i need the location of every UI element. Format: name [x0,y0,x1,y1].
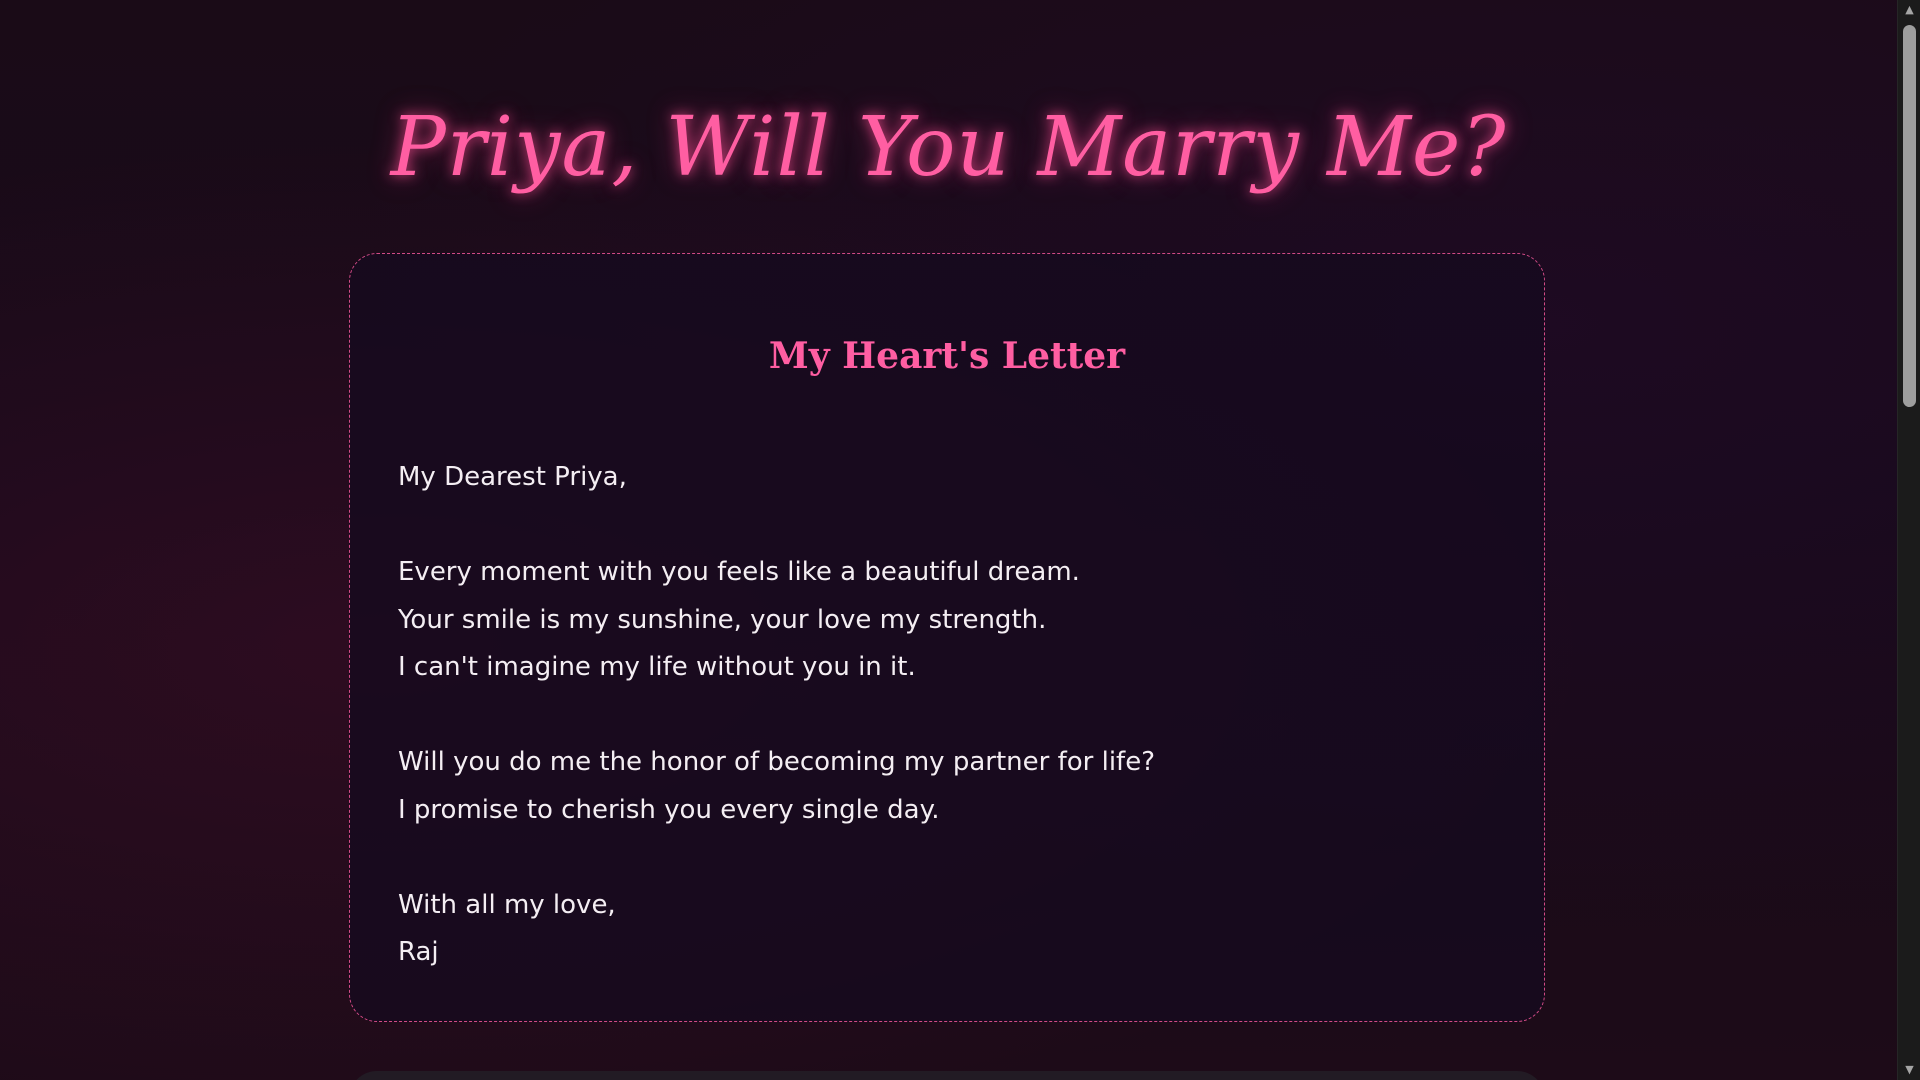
letter-greeting: My Dearest Priya, [398,462,627,492]
scroll-down-icon[interactable]: ▼ [1898,1060,1920,1080]
letter-closing: With all my love, [398,889,616,920]
scroll-up-icon[interactable]: ▲ [1898,0,1920,20]
page: Priya, Will You Marry Me? My Heart's Let… [0,0,1897,1080]
next-section-card [349,1071,1545,1080]
letter-line: Will you do me the honor of becoming my … [398,747,1155,777]
letter-signature: Raj [398,937,439,967]
page-title: Priya, Will You Marry Me? [390,100,1507,195]
letter-heading: My Heart's Letter [768,335,1126,377]
letter-line: I promise to cherish you every single da… [398,794,940,825]
scrollbar-thumb[interactable] [1903,25,1916,407]
letter-line: Every moment with you feels like a beaut… [398,557,1080,587]
letter-line: I can't imagine my life without you in i… [398,652,916,682]
letter-card: My Heart's Letter My Dearest Priya, Ever… [349,253,1545,1022]
vertical-scrollbar[interactable]: ▲ ▼ [1897,0,1920,1080]
letter-line: Your smile is my sunshine, your love my … [398,604,1047,635]
letter-body: My Dearest Priya, Every moment with you … [398,454,1498,977]
